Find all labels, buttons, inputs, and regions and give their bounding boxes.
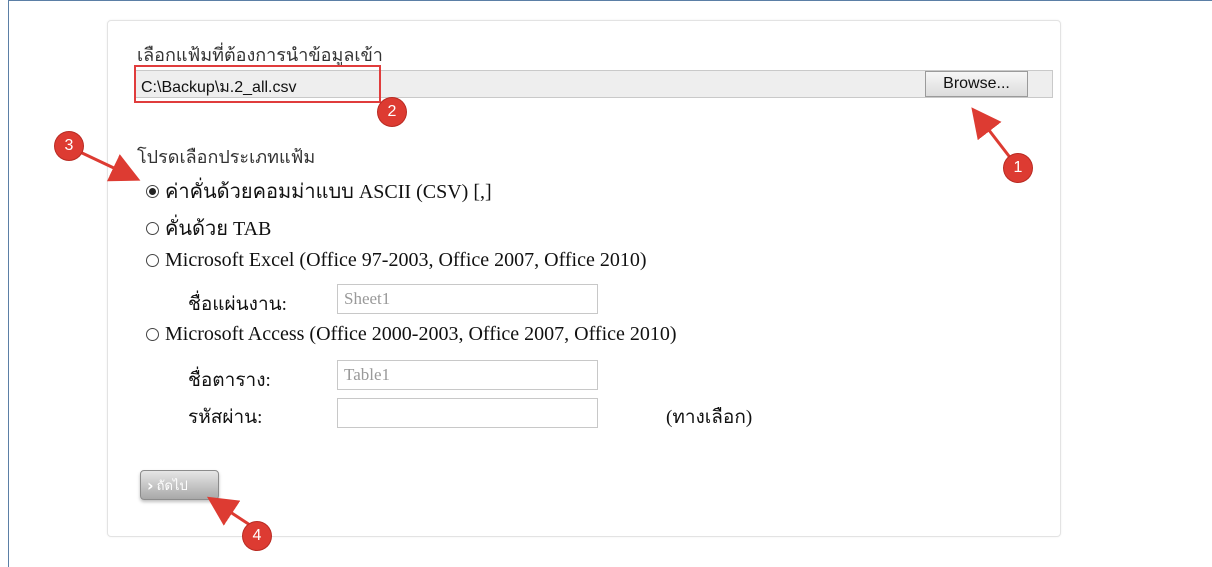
annotation-badge-2: 2: [378, 98, 406, 126]
annotation-arrows: [79, 107, 1014, 529]
annotation-badge-3: 3: [55, 132, 83, 160]
arrow-4: [206, 496, 254, 529]
annotation-badge-4: 4: [243, 522, 271, 550]
arrow-3: [79, 150, 141, 182]
arrow-1: [971, 107, 1014, 161]
annotation-badge-1: 1: [1004, 154, 1032, 182]
